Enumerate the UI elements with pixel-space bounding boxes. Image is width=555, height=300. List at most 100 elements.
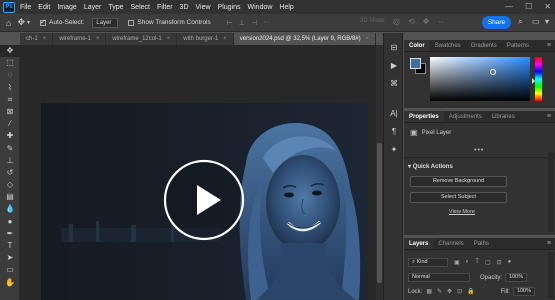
quick-actions-header[interactable]: ▾ Quick Actions bbox=[408, 163, 453, 170]
maximize-icon[interactable]: ☐ bbox=[525, 2, 532, 11]
lock-artboard-icon[interactable]: ⊡ bbox=[457, 288, 462, 295]
opacity-field[interactable]: 100% bbox=[505, 273, 528, 282]
move-tool-option-icon[interactable]: ✥ bbox=[17, 17, 25, 28]
menu-edit[interactable]: Edit bbox=[38, 4, 50, 11]
shape-filter-icon[interactable]: ▢ bbox=[485, 259, 491, 266]
blur-tool-icon[interactable]: 💧 bbox=[0, 203, 20, 215]
menu-file[interactable]: File bbox=[20, 4, 31, 11]
adjustment-filter-icon[interactable]: ◐ bbox=[466, 259, 470, 266]
fill-field[interactable]: 100% bbox=[512, 287, 535, 296]
hand-tool-icon[interactable]: ✋ bbox=[0, 277, 20, 289]
tab-version2024[interactable]: version2024.psd @ 32,5% (Layer 9, RGB/8#… bbox=[233, 33, 376, 45]
layer-filter-dropdown[interactable]: ⌕ Kind bbox=[408, 258, 448, 267]
brush-tool-icon[interactable]: ✎ bbox=[0, 143, 20, 155]
gradient-tool-icon[interactable]: ▤ bbox=[0, 191, 20, 203]
rectangle-tool-icon[interactable]: ▭ bbox=[0, 264, 20, 276]
remove-background-button[interactable]: Remove Background bbox=[410, 176, 507, 187]
move-tool-icon[interactable]: ✥ bbox=[0, 45, 20, 58]
lock-transparent-icon[interactable]: ▦ bbox=[426, 288, 432, 295]
tab-close-icon[interactable]: × bbox=[167, 36, 171, 42]
tab-paths[interactable]: Paths bbox=[469, 238, 494, 249]
workspace-icon[interactable]: ▭ bbox=[532, 17, 540, 26]
menu-image[interactable]: Image bbox=[57, 4, 76, 11]
healing-brush-tool-icon[interactable]: ✚ bbox=[0, 130, 20, 142]
styles-panel-icon[interactable]: ✦ bbox=[384, 141, 404, 159]
panel-menu-icon[interactable]: ≡ bbox=[547, 42, 551, 49]
tab-patterns[interactable]: Patterns bbox=[502, 40, 534, 51]
lasso-tool-icon[interactable]: ◌ bbox=[0, 69, 20, 81]
menu-help[interactable]: Help bbox=[279, 4, 293, 11]
3d-slide-icon[interactable]: ⇔ bbox=[437, 17, 445, 26]
tab-libraries[interactable]: Libraries bbox=[487, 111, 520, 122]
eyedropper-tool-icon[interactable]: ⁄ bbox=[0, 118, 20, 130]
more-options-icon[interactable]: ••• bbox=[474, 147, 484, 154]
home-icon[interactable]: ⌂ bbox=[6, 18, 11, 28]
tab-gradients[interactable]: Gradients bbox=[466, 40, 502, 51]
3d-pan-icon[interactable]: ✥ bbox=[423, 17, 430, 26]
color-picker-handle[interactable] bbox=[490, 69, 496, 75]
smart-object-filter-icon[interactable]: ⊡ bbox=[497, 259, 502, 266]
auto-select-checkbox[interactable] bbox=[40, 18, 46, 26]
menu-plugins[interactable]: Plugins bbox=[218, 4, 241, 11]
canvas-scrollbar[interactable] bbox=[376, 45, 383, 300]
tab-color[interactable]: Color bbox=[404, 40, 430, 51]
tab-swatches[interactable]: Swatches bbox=[430, 40, 466, 51]
type-tool-icon[interactable]: T bbox=[0, 240, 20, 252]
tab-adjustments[interactable]: Adjustments bbox=[444, 111, 487, 122]
quick-select-tool-icon[interactable]: ⌇ bbox=[0, 82, 20, 94]
panel-menu-icon[interactable]: ≡ bbox=[547, 113, 551, 120]
pixel-filter-icon[interactable]: ▣ bbox=[454, 259, 460, 266]
properties-scrollbar[interactable] bbox=[548, 152, 554, 232]
menu-view[interactable]: View bbox=[196, 4, 211, 11]
menu-type[interactable]: Type bbox=[108, 4, 123, 11]
tab-close-icon[interactable]: × bbox=[366, 36, 370, 42]
type-filter-icon[interactable]: T bbox=[475, 259, 479, 266]
lock-image-icon[interactable]: ✎ bbox=[437, 288, 442, 295]
blend-mode-dropdown[interactable]: Normal bbox=[408, 273, 470, 282]
hue-slider-handle[interactable] bbox=[532, 78, 535, 84]
minimize-icon[interactable]: — bbox=[505, 2, 513, 11]
crop-tool-icon[interactable]: ⌗ bbox=[0, 94, 20, 106]
more-options-icon[interactable]: ··· bbox=[263, 19, 270, 27]
dodge-tool-icon[interactable]: ● bbox=[0, 216, 20, 228]
artboard[interactable] bbox=[41, 103, 368, 300]
tab-ch-1[interactable]: ch-1 × bbox=[20, 33, 53, 45]
workspace-chevron-icon[interactable]: ▾ bbox=[545, 17, 549, 26]
tab-channels[interactable]: Channels bbox=[433, 238, 468, 249]
tab-wireframe-1[interactable]: wireframe-1 × bbox=[53, 33, 106, 45]
path-select-tool-icon[interactable]: ➤ bbox=[0, 252, 20, 264]
view-more-link[interactable]: View More bbox=[449, 209, 475, 215]
3d-roll-icon[interactable]: ⟲ bbox=[408, 17, 415, 26]
paragraph-panel-icon[interactable]: A| bbox=[384, 105, 404, 123]
frame-tool-icon[interactable]: ⊠ bbox=[0, 106, 20, 118]
character-panel-icon[interactable]: ¶ bbox=[384, 123, 404, 141]
close-icon[interactable]: ✕ bbox=[544, 2, 551, 11]
auto-select-dropdown[interactable]: Layer bbox=[92, 17, 119, 28]
canvas-area[interactable] bbox=[20, 45, 376, 300]
menu-3d[interactable]: 3D bbox=[180, 4, 189, 11]
filter-toggle-icon[interactable]: ● bbox=[508, 259, 512, 266]
align-center-icon[interactable]: ⊥ bbox=[239, 19, 245, 27]
actions-panel-icon[interactable]: ▶ bbox=[384, 57, 404, 75]
align-right-icon[interactable]: ⊣ bbox=[251, 19, 257, 27]
marquee-tool-icon[interactable]: ⬚ bbox=[0, 57, 20, 69]
tab-layers[interactable]: Layers bbox=[404, 238, 434, 249]
transform-controls-checkbox[interactable] bbox=[128, 19, 135, 26]
chevron-down-icon[interactable]: ▾ bbox=[27, 19, 30, 26]
share-button[interactable]: Share bbox=[482, 16, 511, 29]
align-left-icon[interactable]: ⊢ bbox=[227, 19, 233, 27]
tab-close-icon[interactable]: × bbox=[43, 36, 47, 42]
scrollbar-thumb[interactable] bbox=[377, 143, 382, 283]
eraser-tool-icon[interactable]: ◇ bbox=[0, 179, 20, 191]
hue-slider[interactable] bbox=[535, 57, 542, 101]
pen-tool-icon[interactable]: ✒ bbox=[0, 228, 20, 240]
menu-select[interactable]: Select bbox=[131, 4, 150, 11]
menu-layer[interactable]: Layer bbox=[84, 4, 102, 11]
tab-properties[interactable]: Properties bbox=[404, 111, 444, 122]
tab-wireframe-12col-1[interactable]: wireframe_12col-1 × bbox=[106, 33, 177, 45]
layers-scrollbar[interactable] bbox=[548, 252, 554, 298]
tab-close-icon[interactable]: × bbox=[223, 36, 227, 42]
glyphs-panel-icon[interactable]: ⌘ bbox=[384, 75, 404, 93]
clone-stamp-tool-icon[interactable]: ⊥ bbox=[0, 155, 20, 167]
menu-filter[interactable]: Filter bbox=[157, 4, 173, 11]
